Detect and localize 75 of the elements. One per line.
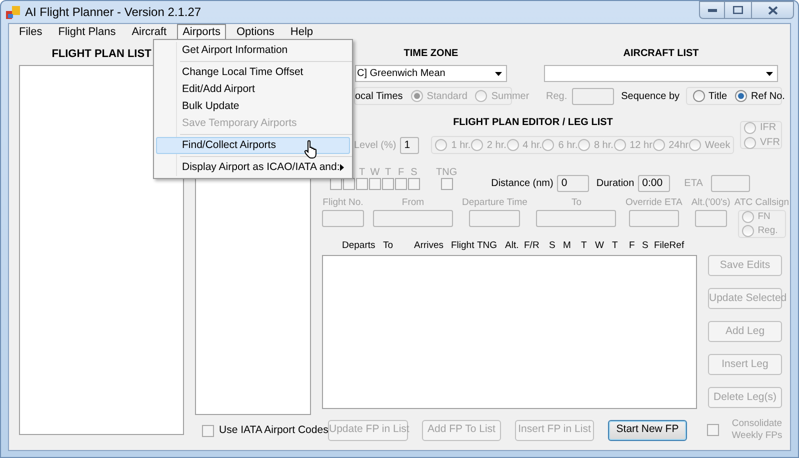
- push-button[interactable]: Start New FP: [608, 420, 687, 441]
- field-label: To: [571, 196, 582, 210]
- radio-label: Reg.: [758, 224, 778, 238]
- distance-field[interactable]: 0: [557, 175, 590, 192]
- column-header: T: [581, 239, 588, 253]
- menu-item[interactable]: Change Local Time Offset: [156, 64, 350, 81]
- radio-label: 4 hr.: [522, 138, 542, 152]
- radio-label: Week: [704, 138, 730, 152]
- column-header: To: [383, 239, 394, 253]
- window-title: AI Flight Planner - Version 2.1.27: [25, 4, 202, 21]
- radio-label: Summer: [491, 90, 530, 104]
- level-field[interactable]: 1: [400, 136, 420, 154]
- menu-item[interactable]: Aircraft: [126, 24, 173, 40]
- atc-callsign-label: ATC Callsign: [734, 196, 790, 210]
- radio-label: 6 hr.: [558, 138, 578, 152]
- time-zone-dropdown[interactable]: C] Greenwich Mean: [355, 65, 507, 82]
- field-label: Flight No.: [322, 196, 364, 210]
- radio-label: 12 hr: [630, 138, 652, 152]
- section-heading: AIRCRAFT LIST: [622, 47, 700, 61]
- menu-item[interactable]: Edit/Add Airport: [156, 81, 350, 98]
- column-header: Flight: [451, 239, 476, 253]
- checkbox-label: Use IATA Airport Codes: [219, 423, 328, 438]
- menu-item[interactable]: Bulk Update: [156, 98, 350, 115]
- column-header: Alt.: [505, 239, 520, 253]
- menu-item[interactable]: Find/Collect Airports: [156, 137, 350, 154]
- radio-label: Standard: [426, 90, 468, 104]
- menu-item[interactable]: Airports: [176, 24, 226, 40]
- local-times-label: ocal Times: [355, 90, 403, 104]
- menu-item[interactable]: Help: [284, 24, 320, 40]
- column-header: S: [549, 239, 556, 253]
- tng-label: TNG: [436, 166, 458, 178]
- eta-label: ETA: [684, 177, 703, 191]
- radio-label: Ref No.: [751, 90, 785, 104]
- day-label: T: [384, 166, 392, 178]
- sequence-label: Sequence by: [621, 90, 680, 104]
- section-heading: FLIGHT PLAN EDITOR / LEG LIST: [452, 116, 614, 130]
- checkbox-label: Consolidate Weekly FPs: [730, 418, 784, 442]
- column-header: TNG: [477, 239, 498, 253]
- day-label: T: [358, 166, 366, 178]
- radio-label: 2 hr.: [486, 138, 506, 152]
- level-label: Level (%): [354, 138, 396, 152]
- column-header: M: [563, 239, 572, 253]
- duration-field[interactable]: 0:00: [638, 175, 670, 192]
- distance-label: Distance (nm): [491, 177, 554, 191]
- menu-item[interactable]: Display Airport as ICAO/IATA and:: [156, 159, 350, 176]
- column-header: W: [595, 239, 605, 253]
- column-header: F/R: [524, 239, 540, 253]
- column-header: S: [642, 239, 650, 253]
- field-label: Departure Time: [462, 196, 528, 210]
- column-header: FileRef: [654, 239, 686, 253]
- radio-label: 8 hr.: [594, 138, 614, 152]
- radio-label: 1 hr.: [451, 138, 471, 152]
- column-header: F: [629, 239, 636, 253]
- menu-item[interactable]: Get Airport Information: [156, 42, 350, 59]
- column-header: Departs: [342, 239, 376, 253]
- radio-label: IFR: [760, 121, 776, 135]
- field-label: Alt.('00's): [691, 196, 730, 210]
- field-label: Override ETA: [625, 196, 682, 210]
- radio-label: VFR: [760, 136, 780, 150]
- menu-item[interactable]: Flight Plans: [52, 24, 122, 40]
- day-label: W: [370, 166, 380, 178]
- menu-item[interactable]: Files: [13, 24, 48, 40]
- panel-heading: FLIGHT PLAN LIST: [50, 47, 152, 61]
- field-label: From: [402, 196, 424, 210]
- day-label: F: [398, 166, 404, 178]
- radio-label: 24hr: [668, 138, 689, 152]
- radio-label: FN: [758, 210, 770, 224]
- column-header: T: [612, 239, 619, 253]
- reg-label: Reg.: [546, 90, 568, 104]
- radio-label: Title: [708, 90, 728, 104]
- column-header: Arrives: [414, 239, 445, 253]
- day-label: S: [410, 166, 418, 178]
- duration-label: Duration: [596, 177, 634, 191]
- menu-item[interactable]: Options: [230, 24, 280, 40]
- section-heading: TIME ZONE: [402, 47, 460, 61]
